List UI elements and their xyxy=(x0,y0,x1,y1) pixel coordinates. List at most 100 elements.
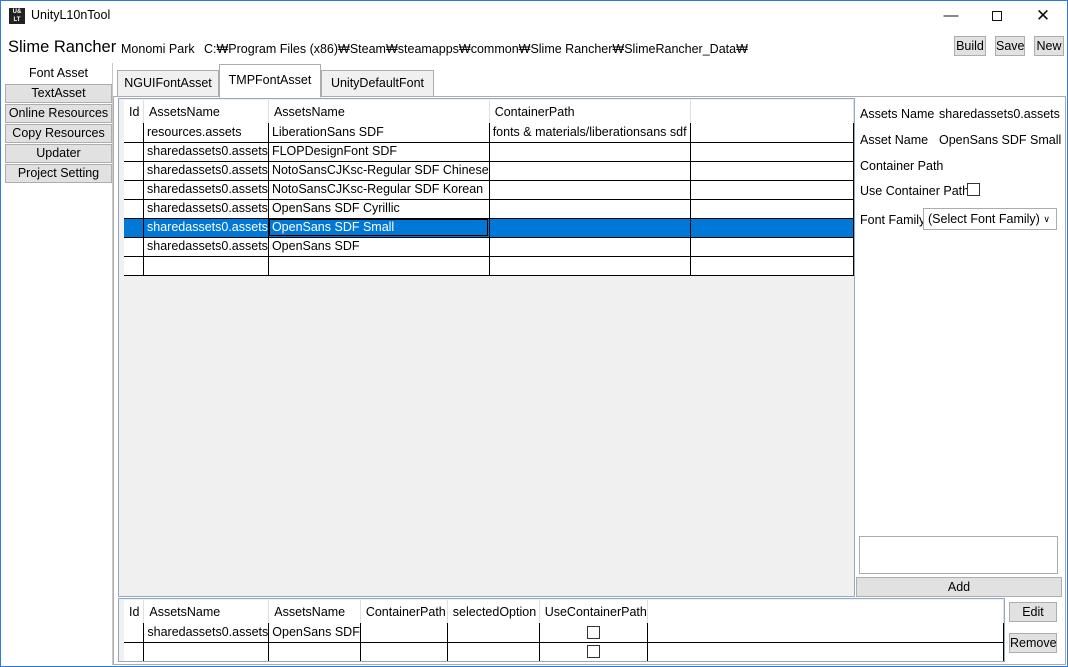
table-row[interactable]: sharedassets0.assets NotoSansCJKsc-Regula… xyxy=(124,180,854,200)
column-header[interactable]: AssetsName xyxy=(143,100,269,123)
use-container-path-checkbox[interactable] xyxy=(967,183,980,196)
table-cell[interactable]: LiberationSans SDF xyxy=(268,123,490,143)
maximize-button[interactable] xyxy=(982,5,1012,27)
table-cell[interactable] xyxy=(690,161,854,181)
sidebar-item-font-asset[interactable]: Font Asset xyxy=(5,64,112,83)
table-cell[interactable]: sharedassets0.assets xyxy=(143,180,269,200)
table-cell[interactable] xyxy=(360,642,448,661)
table-cell[interactable]: NotoSansCJKsc-Regular SDF Chinese xyxy=(268,161,490,181)
table-cell[interactable] xyxy=(489,180,692,200)
table-row[interactable]: sharedassets0.assets NotoSansCJKsc-Regula… xyxy=(124,161,854,181)
table-cell[interactable]: OpenSans SDF Small xyxy=(268,218,490,238)
table-cell[interactable] xyxy=(690,218,854,238)
table-cell[interactable] xyxy=(489,237,692,257)
table-cell[interactable]: NotoSansCJKsc-Regular SDF Korean xyxy=(268,180,490,200)
save-button[interactable]: Save xyxy=(995,36,1025,56)
table-cell[interactable]: resources.assets xyxy=(143,123,269,143)
table-cell[interactable]: OpenSans SDF xyxy=(268,237,490,257)
sidebar-item-updater[interactable]: Updater xyxy=(5,144,112,163)
table-row[interactable]: sharedassets0.assets OpenSans SDF Cyrilli… xyxy=(124,199,854,219)
add-button[interactable]: Add xyxy=(856,577,1062,597)
remove-button[interactable]: Remove xyxy=(1009,633,1057,653)
table-cell[interactable] xyxy=(268,256,490,276)
column-header[interactable]: ContainerPath xyxy=(489,100,692,123)
table-cell[interactable] xyxy=(539,623,648,643)
table-cell[interactable]: sharedassets0.assets xyxy=(143,218,269,238)
table-cell[interactable] xyxy=(690,142,854,162)
table-cell[interactable] xyxy=(647,623,1004,643)
table-cell[interactable] xyxy=(124,142,145,162)
table-cell[interactable] xyxy=(124,623,145,643)
table-cell[interactable] xyxy=(124,199,145,219)
table-cell[interactable]: sharedassets0.assets xyxy=(143,142,269,162)
column-header[interactable] xyxy=(690,100,854,123)
table-row[interactable]: sharedassets0.assets FLOPDesignFont SDF xyxy=(124,142,854,162)
column-header[interactable]: UseContainerPath xyxy=(539,600,648,623)
use-container-path-checkbox[interactable] xyxy=(586,625,600,639)
sidebar-item-online-resources[interactable]: Online Resources xyxy=(5,104,112,123)
font-change-grid[interactable]: Id AssetsName AssetsName ContainerPath selec… xyxy=(118,598,1005,662)
table-cell[interactable]: sharedassets0.assets xyxy=(143,237,269,257)
table-cell[interactable] xyxy=(489,256,692,276)
tab-unity-default-font[interactable]: UnityDefaultFont xyxy=(321,70,434,97)
column-header[interactable]: Id xyxy=(124,600,145,623)
use-container-path-checkbox[interactable] xyxy=(586,645,600,659)
table-cell[interactable] xyxy=(489,142,692,162)
table-cell[interactable] xyxy=(489,199,692,219)
column-header[interactable]: Id xyxy=(124,100,145,123)
table-cell[interactable] xyxy=(539,642,648,661)
tab-ngui-font-asset[interactable]: NGUIFontAsset xyxy=(117,70,219,97)
table-cell[interactable] xyxy=(143,256,269,276)
table-cell[interactable] xyxy=(489,218,692,238)
table-cell[interactable] xyxy=(690,199,854,219)
table-cell[interactable]: OpenSans SDF xyxy=(268,623,361,643)
table-cell[interactable] xyxy=(447,642,540,661)
table-row[interactable]: sharedassets0.assets OpenSans SDF xyxy=(124,237,854,257)
sidebar-item-copy-resources[interactable]: Copy Resources xyxy=(5,124,112,143)
table-cell[interactable] xyxy=(124,123,145,143)
table-cell[interactable]: FLOPDesignFont SDF xyxy=(268,142,490,162)
table-cell[interactable] xyxy=(124,642,145,661)
table-cell[interactable] xyxy=(124,161,145,181)
table-cell[interactable] xyxy=(124,237,145,257)
minimize-button[interactable]: — xyxy=(936,5,966,27)
edit-button[interactable]: Edit xyxy=(1009,602,1057,622)
table-cell[interactable] xyxy=(690,123,854,143)
notes-textbox[interactable] xyxy=(859,536,1058,574)
table-cell[interactable]: sharedassets0.assets xyxy=(143,161,269,181)
sidebar-item-project-setting[interactable]: Project Setting xyxy=(5,164,112,183)
font-asset-grid[interactable]: Id AssetsName AssetsName ContainerPath resou… xyxy=(118,98,855,597)
table-cell[interactable] xyxy=(124,256,145,276)
table-cell[interactable] xyxy=(360,623,448,643)
table-cell[interactable] xyxy=(124,180,145,200)
table-cell[interactable] xyxy=(447,623,540,643)
table-row[interactable] xyxy=(124,256,854,276)
font-family-select[interactable]: (Select Font Family) ∨ xyxy=(923,208,1057,230)
table-cell[interactable] xyxy=(647,642,1004,661)
column-header[interactable]: AssetsName xyxy=(268,100,490,123)
table-row[interactable]: sharedassets0.assets OpenSans SDF xyxy=(124,623,1004,643)
table-cell[interactable]: fonts & materials/liberationsans sdf xyxy=(489,123,692,143)
column-header[interactable] xyxy=(647,600,1004,623)
column-header[interactable]: selectedOption xyxy=(447,600,540,623)
column-header[interactable]: ContainerPath xyxy=(360,600,448,623)
column-header[interactable]: AssetsName xyxy=(143,600,270,623)
table-cell[interactable] xyxy=(489,161,692,181)
table-cell[interactable]: sharedassets0.assets xyxy=(143,199,269,219)
table-cell[interactable]: OpenSans SDF Cyrillic xyxy=(268,199,490,219)
table-cell[interactable] xyxy=(268,642,361,661)
column-header[interactable]: AssetsName xyxy=(268,600,361,623)
tab-tmp-font-asset[interactable]: TMPFontAsset xyxy=(219,64,321,98)
table-cell[interactable] xyxy=(690,237,854,257)
table-row[interactable]: sharedassets0.assets OpenSans SDF Small xyxy=(124,218,854,238)
table-row[interactable]: resources.assets LiberationSans SDF fonts … xyxy=(124,123,854,143)
table-cell[interactable] xyxy=(143,642,270,661)
sidebar-item-text-asset[interactable]: TextAsset xyxy=(5,84,112,103)
close-button[interactable]: ✕ xyxy=(1028,5,1058,27)
build-button[interactable]: Build xyxy=(954,36,986,56)
table-cell[interactable] xyxy=(690,256,854,276)
table-cell[interactable]: sharedassets0.assets xyxy=(143,623,270,643)
new-button[interactable]: New xyxy=(1034,36,1064,56)
table-cell[interactable] xyxy=(124,218,145,238)
table-cell[interactable] xyxy=(690,180,854,200)
